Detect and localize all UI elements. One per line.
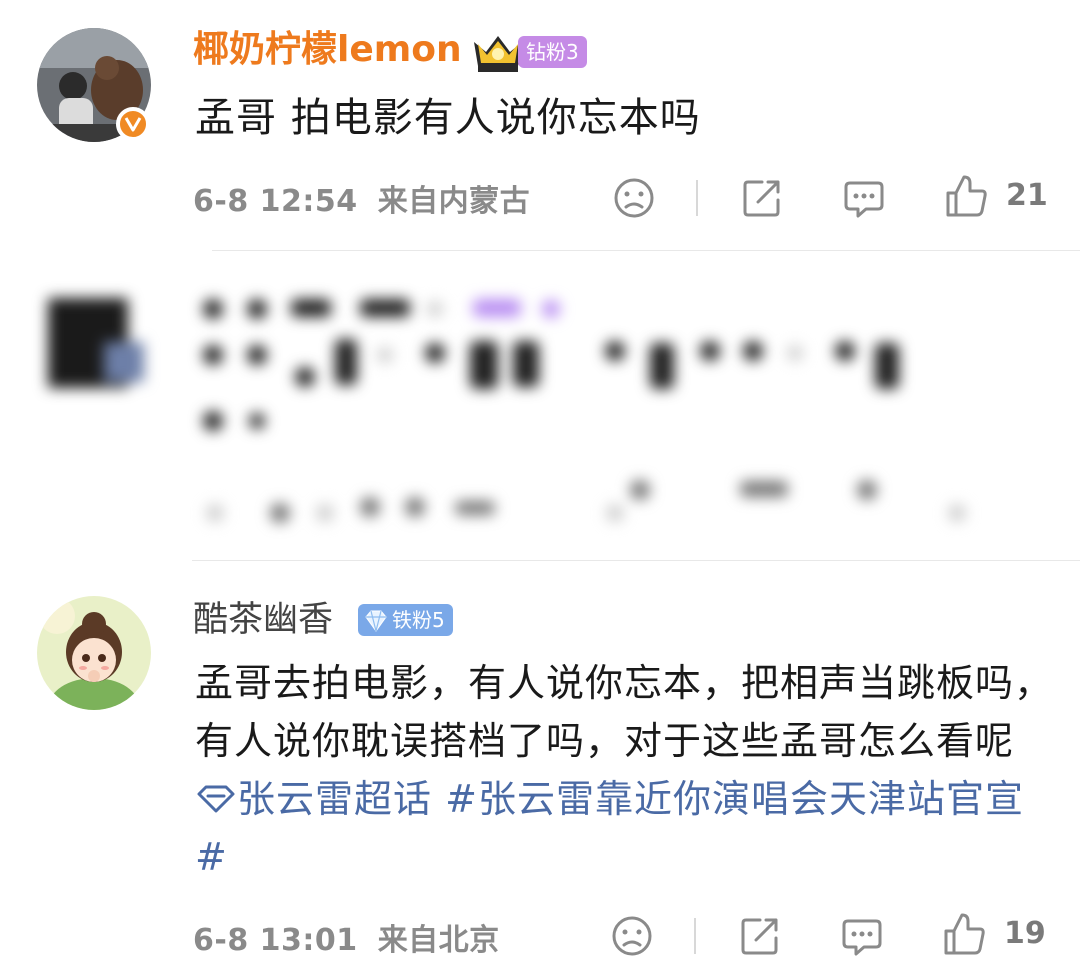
redacted-avatar — [42, 292, 162, 406]
comment-time: 6-8 13:01 — [193, 923, 358, 958]
comment-icon[interactable] — [842, 177, 886, 225]
fan-badge: 铁粉5 — [358, 604, 453, 636]
separator — [694, 918, 696, 954]
comment-meta: 6-8 13:01 来自北京 — [193, 915, 500, 959]
comment-meta: 6-8 12:54 来自内蒙古 — [193, 176, 530, 220]
like-count: 19 — [1004, 916, 1046, 951]
comment-text: 孟哥 拍电影有人说你忘本吗 — [195, 95, 701, 141]
comment-location: 来自内蒙古 — [377, 184, 531, 219]
comment-icon[interactable] — [840, 915, 884, 963]
comment-body: 孟哥去拍电影，有人说你忘本，把相声当跳板吗，有人说你耽误搭档了吗，对于这些孟哥怎… — [195, 661, 1054, 763]
like-count: 21 — [1006, 178, 1048, 213]
super-topic-diamond-icon — [195, 772, 237, 813]
like-icon[interactable] — [942, 911, 988, 961]
fan-badge: 钻粉3 — [518, 36, 587, 68]
sad-face-icon[interactable] — [610, 914, 654, 962]
share-icon[interactable] — [740, 176, 784, 224]
verified-v-icon — [116, 107, 150, 141]
comment-text: 孟哥去拍电影，有人说你忘本，把相声当跳板吗，有人说你耽误搭档了吗，对于这些孟哥怎… — [195, 654, 1055, 886]
separator — [696, 180, 698, 216]
divider — [192, 560, 1080, 561]
username[interactable]: 椰奶柠檬lemon — [193, 28, 462, 72]
avatar[interactable] — [37, 596, 151, 710]
comment-time: 6-8 12:54 — [193, 184, 358, 219]
diamond-icon — [364, 609, 388, 641]
super-topic-link[interactable]: 张云雷超话 — [237, 777, 432, 821]
share-icon[interactable] — [738, 914, 782, 962]
sad-face-icon[interactable] — [612, 176, 656, 224]
like-icon[interactable] — [944, 173, 990, 223]
fan-badge-label: 铁粉5 — [392, 608, 445, 632]
comment-location: 来自北京 — [377, 923, 500, 958]
redacted-text — [195, 285, 995, 539]
username[interactable]: 酷茶幽香 — [193, 598, 333, 642]
divider — [212, 250, 1080, 251]
